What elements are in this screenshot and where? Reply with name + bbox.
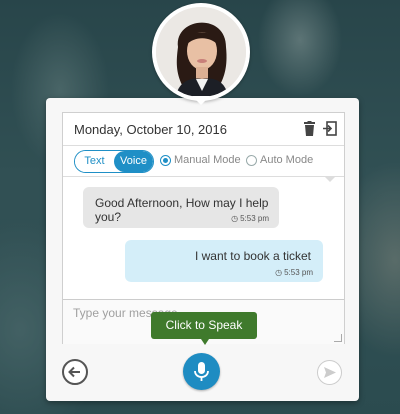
voice-toggle-button[interactable]: Voice — [114, 151, 153, 172]
message-list: Good Afternoon, How may I help you? ◷ 5:5… — [63, 177, 344, 299]
radio-unselected-icon — [246, 154, 257, 166]
back-arrow-icon — [68, 366, 80, 378]
avatar-pointer — [192, 96, 210, 105]
radio-selected-icon — [160, 154, 171, 166]
chat-date: Monday, October 10, 2016 — [74, 122, 227, 137]
user-message: I want to book a ticket ◷ 5:53 pm — [125, 240, 323, 282]
resize-handle[interactable] — [334, 334, 342, 342]
send-icon — [324, 367, 336, 378]
manual-mode-label: Manual Mode — [174, 154, 241, 166]
text-toggle-button[interactable]: Text — [75, 151, 114, 172]
tooltip-arrow — [201, 339, 209, 345]
trash-icon[interactable] — [303, 121, 316, 136]
click-to-speak-tooltip: Click to Speak — [151, 312, 257, 339]
chat-window: Monday, October 10, 2016 Text Voice Manu… — [62, 112, 345, 344]
exit-icon[interactable] — [322, 121, 337, 136]
manual-mode-radio[interactable]: Manual Mode — [160, 154, 241, 166]
clock-icon: ◷ — [275, 268, 283, 277]
back-button[interactable] — [62, 359, 88, 385]
auto-mode-label: Auto Mode — [260, 154, 314, 166]
agent-portrait — [156, 7, 246, 97]
send-button[interactable] — [317, 360, 342, 385]
message-time: ◷ 5:53 pm — [275, 268, 313, 277]
input-type-toggle: Text Voice — [74, 150, 154, 173]
agent-avatar — [152, 3, 250, 101]
mode-selector: Text Voice Manual Mode Auto Mode — [63, 146, 344, 177]
date-header: Monday, October 10, 2016 — [63, 113, 344, 146]
auto-mode-radio[interactable]: Auto Mode — [246, 154, 313, 166]
message-text: I want to book a ticket — [194, 249, 311, 263]
microphone-button[interactable] — [183, 353, 220, 390]
bot-message: Good Afternoon, How may I help you? ◷ 5:5… — [83, 187, 279, 228]
message-time: ◷ 5:53 pm — [231, 214, 269, 223]
microphone-icon — [194, 362, 209, 381]
clock-icon: ◷ — [231, 214, 239, 223]
chat-panel: Monday, October 10, 2016 Text Voice Manu… — [46, 98, 359, 401]
